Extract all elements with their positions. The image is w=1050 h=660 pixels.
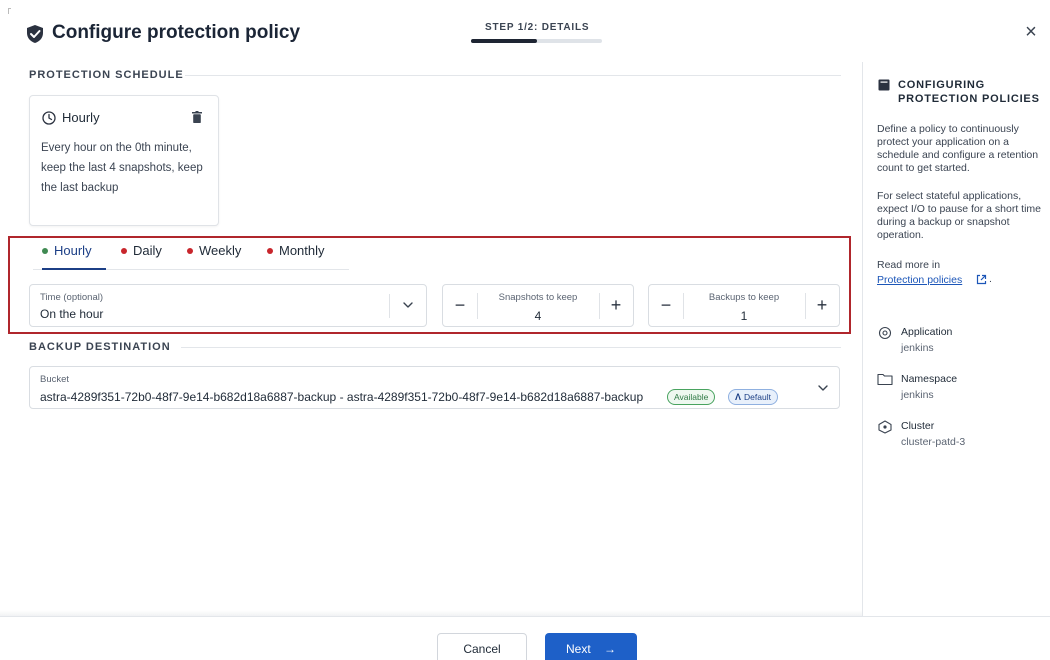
backups-increment-button[interactable]: +	[805, 285, 839, 326]
cluster-value: cluster-patd-3	[901, 436, 966, 448]
cluster-icon	[878, 420, 892, 434]
footer-divider	[0, 616, 1050, 617]
time-select-label: Time (optional)	[40, 292, 104, 303]
time-select-value: On the hour	[40, 307, 104, 321]
tab-daily[interactable]: Daily	[121, 243, 177, 269]
tab-monthly[interactable]: Monthly	[267, 243, 339, 269]
bucket-select-label: Bucket	[40, 374, 70, 385]
clock-icon	[42, 111, 56, 125]
help-sidebar: CONFIGURING PROTECTION POLICIES Define a…	[862, 62, 1050, 616]
next-button-label: Next	[565, 642, 591, 656]
sidebar-paragraph-2: For select stateful applications, expect…	[877, 190, 1041, 241]
chevron-down-icon	[403, 302, 413, 308]
snapshots-stepper: − Snapshots to keep 4 +	[442, 284, 634, 327]
chevron-down-icon	[818, 385, 828, 391]
time-select[interactable]: Time (optional) On the hour	[29, 284, 427, 327]
tab-label: Monthly	[279, 243, 325, 258]
application-value: jenkins	[901, 342, 934, 354]
backups-stepper: − Backups to keep 1 +	[648, 284, 840, 327]
section-divider	[181, 347, 841, 348]
select-divider	[389, 294, 390, 318]
namespace-value: jenkins	[901, 389, 934, 401]
tab-label: Daily	[133, 243, 162, 258]
trash-icon[interactable]	[192, 111, 202, 123]
tab-hourly[interactable]: Hourly	[42, 243, 106, 270]
available-badge: Available	[667, 389, 716, 405]
cancel-button[interactable]: Cancel	[437, 633, 527, 660]
sidebar-heading: CONFIGURING PROTECTION POLICIES	[898, 79, 1040, 105]
tab-weekly[interactable]: Weekly	[187, 243, 251, 269]
backup-destination-heading: BACKUP DESTINATION	[29, 341, 171, 353]
close-button[interactable]: ×	[1021, 22, 1041, 42]
snapshots-value[interactable]: 4	[477, 309, 599, 323]
section-divider	[185, 75, 841, 76]
default-badge-label: Default	[744, 392, 771, 402]
status-dot-icon	[121, 247, 127, 254]
tab-label: Weekly	[199, 243, 242, 258]
dialog-title: Configure protection policy	[52, 22, 301, 43]
schedule-card-title: Hourly	[62, 110, 100, 125]
snapshots-decrement-button[interactable]: −	[443, 285, 477, 326]
status-dot-icon	[42, 247, 48, 254]
protection-policies-link[interactable]: Protection policies	[877, 274, 962, 286]
snapshots-increment-button[interactable]: +	[599, 285, 633, 326]
cluster-label: Cluster	[901, 420, 935, 432]
namespace-label: Namespace	[901, 373, 958, 385]
step-progress-bar	[471, 39, 602, 43]
tab-label: Hourly	[54, 243, 92, 258]
schedule-tabs: Hourly Daily Weekly Monthly	[33, 243, 349, 270]
sidebar-read-more: Read more in	[877, 259, 941, 271]
protection-schedule-heading: PROTECTION SCHEDULE	[29, 69, 184, 81]
application-icon	[878, 326, 892, 340]
step-progress-fill	[471, 39, 537, 43]
schedule-card-hourly[interactable]: Hourly Every hour on the 0th minute, kee…	[29, 95, 219, 226]
sidebar-paragraph-1: Define a policy to continuously protect …	[877, 123, 1039, 174]
backups-label: Backups to keep	[708, 292, 780, 303]
external-link-icon[interactable]	[976, 274, 987, 285]
backups-decrement-button[interactable]: −	[649, 285, 683, 326]
bucket-select[interactable]: Bucket astra-4289f351-72b0-48f7-9e14-b68…	[29, 366, 840, 409]
status-dot-icon	[267, 247, 273, 254]
dialog-header: Configure protection policy STEP 1/2: DE…	[0, 0, 1050, 62]
bucket-select-value: astra-4289f351-72b0-48f7-9e14-b682d18a68…	[40, 390, 644, 404]
folder-icon	[877, 373, 893, 386]
snapshots-label: Snapshots to keep	[498, 292, 578, 303]
status-dot-icon	[187, 247, 193, 254]
arrow-right-icon: →	[604, 642, 617, 656]
application-label: Application	[901, 326, 953, 338]
book-icon	[878, 79, 890, 91]
astra-logo-icon: Λ	[735, 392, 742, 402]
default-badge: Λ Default	[728, 389, 778, 405]
schedule-card-description: Every hour on the 0th minute, keep the l…	[41, 142, 203, 194]
step-indicator-label: STEP 1/2: DETAILS	[485, 22, 590, 33]
backups-value[interactable]: 1	[683, 309, 805, 323]
next-button[interactable]: Next →	[545, 633, 637, 660]
shield-check-icon	[27, 25, 43, 43]
sidebar-link-period: .	[989, 273, 992, 285]
